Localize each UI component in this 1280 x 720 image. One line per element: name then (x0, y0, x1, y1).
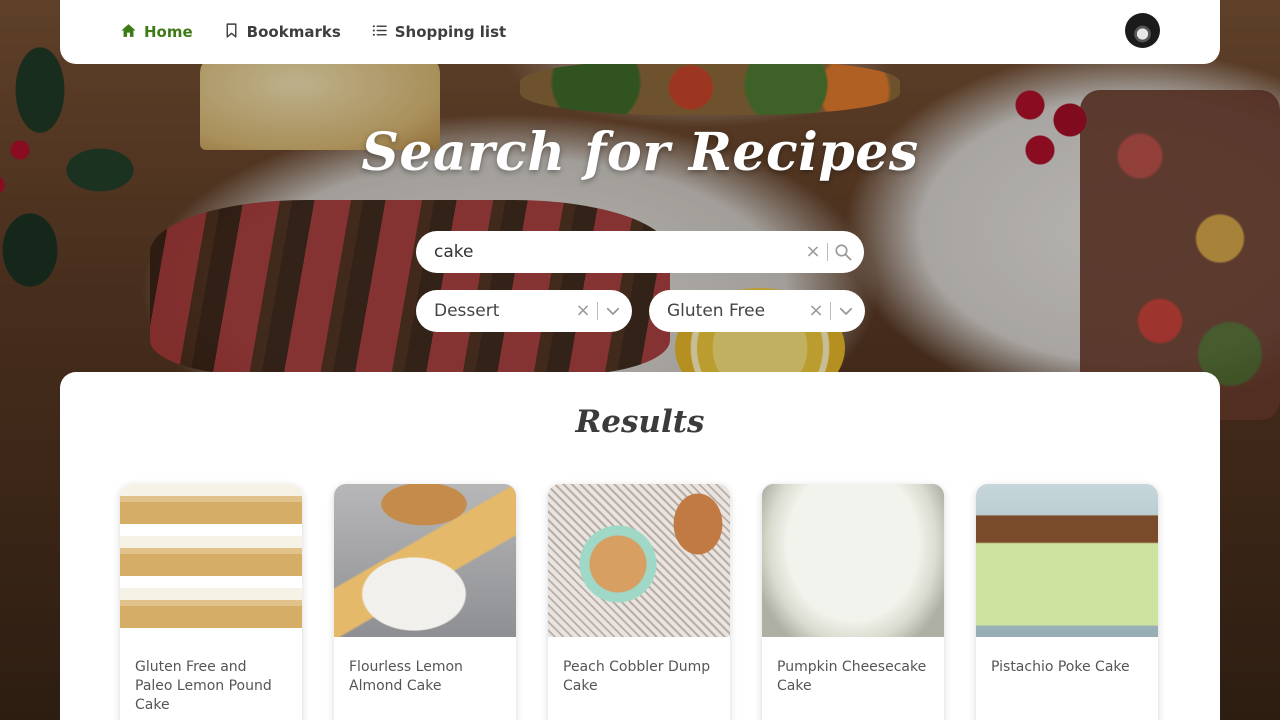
divider (597, 302, 598, 320)
page-title: Search for Recipes (361, 122, 919, 183)
search-input[interactable] (434, 242, 805, 262)
bookmark-icon (223, 22, 240, 43)
divider (827, 243, 828, 261)
search-icon[interactable] (834, 243, 852, 261)
top-navbar: Home Bookmarks Shopping list (60, 0, 1220, 64)
results-heading: Results (575, 404, 705, 440)
nav-item-bookmarks[interactable]: Bookmarks (223, 0, 341, 64)
home-icon (120, 22, 137, 43)
recipe-card[interactable]: Pistachio Poke Cake (976, 484, 1158, 720)
results-panel: Results Gluten Free and Paleo Lemon Poun… (60, 372, 1220, 720)
recipe-title: Gluten Free and Paleo Lemon Pound Cake (135, 659, 272, 713)
recipe-title: Peach Cobbler Dump Cake (563, 659, 711, 694)
health-filter-select[interactable]: Gluten Free × (649, 290, 865, 332)
recipe-title: Pistachio Poke Cake (991, 659, 1130, 675)
chevron-down-icon[interactable] (604, 302, 622, 320)
search-bar: × (416, 231, 864, 273)
recipe-thumbnail (334, 484, 516, 637)
recipe-title: Pumpkin Cheesecake Cake (777, 659, 927, 694)
nav-item-home[interactable]: Home (120, 0, 193, 64)
nav-item-label: Bookmarks (246, 23, 341, 41)
diet-filter-value: Dessert (434, 301, 500, 321)
recipe-thumbnail (762, 484, 944, 637)
recipe-title: Flourless Lemon Almond Cake (349, 659, 463, 694)
nav-item-label: Home (144, 23, 193, 41)
divider (830, 302, 831, 320)
recipe-card[interactable]: Pumpkin Cheesecake Cake (762, 484, 944, 720)
recipe-card-list: Gluten Free and Paleo Lemon Pound Cake F… (120, 484, 1158, 720)
recipe-card[interactable]: Peach Cobbler Dump Cake (548, 484, 730, 720)
clear-diet-icon[interactable]: × (575, 302, 591, 320)
list-icon (371, 22, 388, 43)
recipe-thumbnail (120, 484, 302, 637)
diet-filter-select[interactable]: Dessert × (416, 290, 632, 332)
health-filter-value: Gluten Free (667, 301, 766, 321)
nav-item-shopping-list[interactable]: Shopping list (371, 0, 506, 64)
recipe-card[interactable]: Flourless Lemon Almond Cake (334, 484, 516, 720)
clear-search-icon[interactable]: × (805, 243, 821, 261)
clear-health-icon[interactable]: × (808, 302, 824, 320)
chevron-down-icon[interactable] (837, 302, 855, 320)
user-avatar[interactable] (1125, 13, 1160, 48)
recipe-thumbnail (976, 484, 1158, 637)
nav-item-label: Shopping list (394, 23, 507, 41)
recipe-thumbnail (548, 484, 730, 637)
recipe-card[interactable]: Gluten Free and Paleo Lemon Pound Cake (120, 484, 302, 720)
